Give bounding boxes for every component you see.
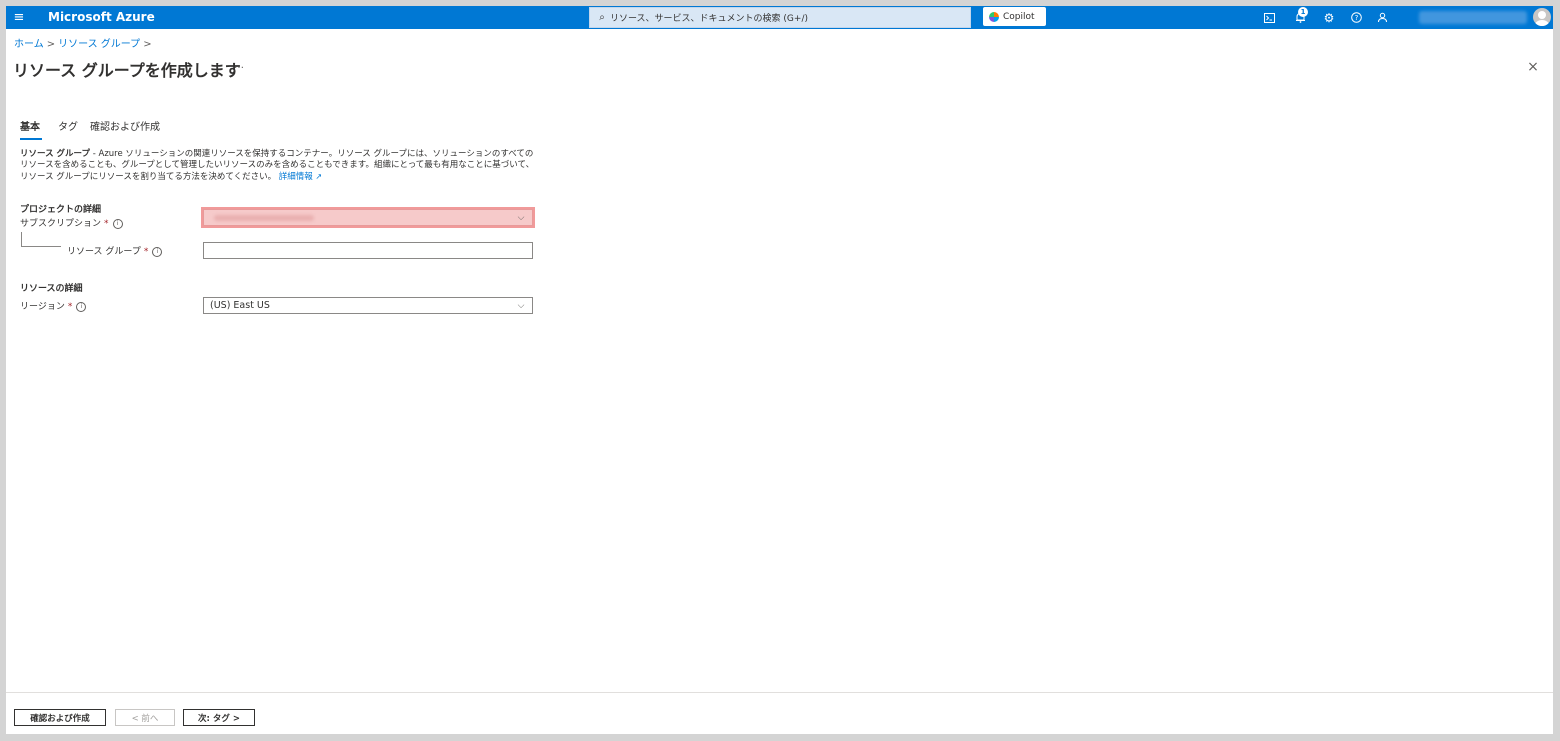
notification-badge: 1 (1298, 7, 1308, 17)
info-icon[interactable]: i (152, 246, 163, 257)
tab-tags[interactable]: タグ (58, 118, 78, 140)
footer-divider (6, 692, 1553, 693)
svg-text:?: ? (1354, 14, 1358, 22)
info-icon[interactable]: i (112, 218, 123, 229)
description-text: - Azure ソリューションの関連リソースを保持するコンテナー。リソース グル… (20, 149, 535, 182)
region-select[interactable]: (US) East US ⌵ (203, 297, 533, 314)
tree-connector (21, 232, 22, 246)
top-bar: ≡ Microsoft Azure ⌕ リソース、サービス、ドキュメントの検索 … (6, 6, 1553, 29)
account-name-redacted[interactable] (1419, 11, 1527, 24)
global-search-input[interactable]: ⌕ リソース、サービス、ドキュメントの検索 (G+/) (589, 7, 971, 28)
region-value: (US) East US (210, 300, 270, 311)
avatar-icon[interactable] (1533, 8, 1551, 26)
cloud-shell-icon[interactable] (1261, 6, 1277, 29)
more-options-button[interactable]: … (234, 60, 244, 71)
close-icon[interactable]: × (1523, 57, 1543, 77)
search-placeholder: リソース、サービス、ドキュメントの検索 (G+/) (610, 14, 808, 24)
copilot-label: Copilot (1003, 11, 1035, 22)
resource-details-heading: リソースの詳細 (20, 284, 83, 294)
subscription-value-redacted (214, 214, 314, 221)
breadcrumb: ホーム > リソース グループ > (14, 35, 155, 50)
subscription-label: サブスクリプション * i (20, 216, 123, 229)
external-link-icon: ↗ (312, 172, 323, 181)
review-create-button[interactable]: 確認および作成 (14, 709, 106, 726)
breadcrumb-separator: > (46, 39, 56, 50)
breadcrumb-resource-groups[interactable]: リソース グループ (58, 39, 140, 50)
brand-title[interactable]: Microsoft Azure (48, 10, 155, 24)
description: リソース グループ - Azure ソリューションの関連リソースを保持するコンテ… (20, 149, 540, 183)
copilot-button[interactable]: Copilot (983, 7, 1046, 26)
help-icon[interactable]: ? (1348, 6, 1364, 29)
project-details-heading: プロジェクトの詳細 (20, 205, 102, 215)
description-term: リソース グループ (20, 149, 91, 159)
feedback-icon[interactable] (1374, 6, 1390, 29)
required-mark: * (104, 219, 109, 229)
page-title: リソース グループを作成します (13, 61, 241, 80)
resource-group-input[interactable] (203, 242, 533, 259)
next-tags-button[interactable]: 次: タグ > (183, 709, 255, 726)
tree-connector (21, 246, 61, 247)
chevron-down-icon: ⌵ (517, 212, 525, 223)
portal-window: ≡ Microsoft Azure ⌕ リソース、サービス、ドキュメントの検索 … (6, 6, 1553, 734)
chevron-down-icon: ⌵ (517, 300, 525, 311)
copilot-icon (989, 11, 999, 22)
info-icon[interactable]: i (76, 301, 87, 312)
tab-basics[interactable]: 基本 (20, 118, 42, 140)
learn-more-link[interactable]: 詳細情報 (279, 172, 313, 182)
resource-group-label: リソース グループ * i (67, 244, 163, 257)
required-mark: * (143, 247, 149, 257)
hamburger-icon[interactable]: ≡ (10, 6, 28, 29)
tab-review-create[interactable]: 確認および作成 (90, 118, 160, 140)
search-icon: ⌕ (599, 12, 605, 23)
subscription-select[interactable]: ⌵ (203, 209, 533, 226)
required-mark: * (67, 302, 73, 312)
breadcrumb-home[interactable]: ホーム (14, 39, 44, 50)
previous-button[interactable]: < 前へ (115, 709, 175, 726)
breadcrumb-separator: > (143, 39, 152, 50)
gear-icon[interactable]: ⚙ (1321, 6, 1337, 29)
region-label: リージョン * i (20, 299, 87, 312)
